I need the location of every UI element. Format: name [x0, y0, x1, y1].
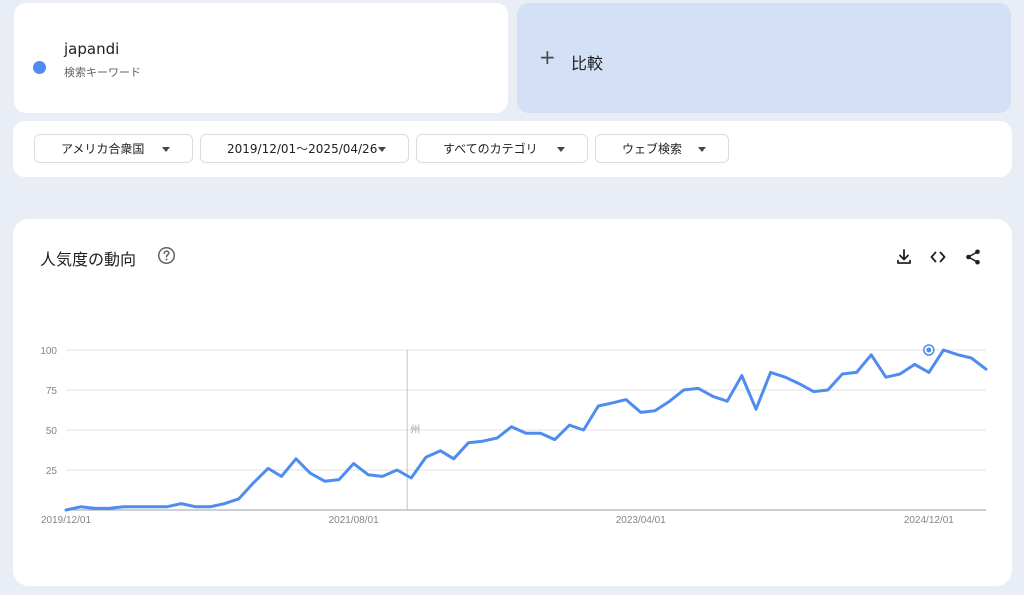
interest-over-time-card: 人気度の動向 100 75 50 25 2019/12/01 2021/08/01 2023…: [13, 219, 1012, 586]
y-tick-label: 50: [46, 426, 58, 437]
search-term-type: 検索キーワード: [64, 66, 141, 79]
dropdown-arrow-icon: [378, 147, 386, 152]
dropdown-arrow-icon: [698, 147, 706, 152]
filter-bar: アメリカ合衆国 2019/12/01〜2025/04/26 すべてのカテゴリ ウ…: [13, 121, 1012, 177]
region-filter-dropdown[interactable]: アメリカ合衆国: [34, 134, 193, 163]
note-marker-label: 州: [410, 424, 420, 436]
search-term-card[interactable]: japandi 検索キーワード: [14, 3, 508, 113]
region-filter-label: アメリカ合衆国: [61, 142, 145, 156]
dropdown-arrow-icon: [162, 147, 170, 152]
search-term-name: japandi: [64, 40, 120, 58]
y-tick-label: 75: [46, 386, 58, 397]
y-tick-label: 25: [46, 466, 58, 477]
search-type-filter-dropdown[interactable]: ウェブ検索: [595, 134, 729, 163]
y-tick-label: 100: [40, 346, 57, 357]
search-type-filter-label: ウェブ検索: [622, 142, 683, 156]
x-tick-label: 2024/12/01: [904, 515, 954, 526]
category-filter-dropdown[interactable]: すべてのカテゴリ: [416, 134, 588, 163]
plus-icon: +: [539, 45, 556, 69]
x-tick-label: 2019/12/01: [41, 515, 91, 526]
category-filter-label: すべてのカテゴリ: [443, 142, 538, 156]
dropdown-arrow-icon: [557, 147, 565, 152]
highlight-point[interactable]: [926, 347, 932, 353]
compare-label: 比較: [571, 54, 604, 73]
trend-line-chart: 100 75 50 25 2019/12/01 2021/08/01 2023/04/01 2…: [40, 344, 988, 526]
series-color-dot: [33, 61, 46, 74]
x-tick-label: 2023/04/01: [616, 515, 666, 526]
date-range-filter-dropdown[interactable]: 2019/12/01〜2025/04/26: [200, 134, 409, 163]
compare-button[interactable]: + 比較: [517, 3, 1011, 113]
x-tick-label: 2021/08/01: [329, 515, 379, 526]
date-range-filter-label: 2019/12/01〜2025/04/26: [227, 142, 378, 156]
